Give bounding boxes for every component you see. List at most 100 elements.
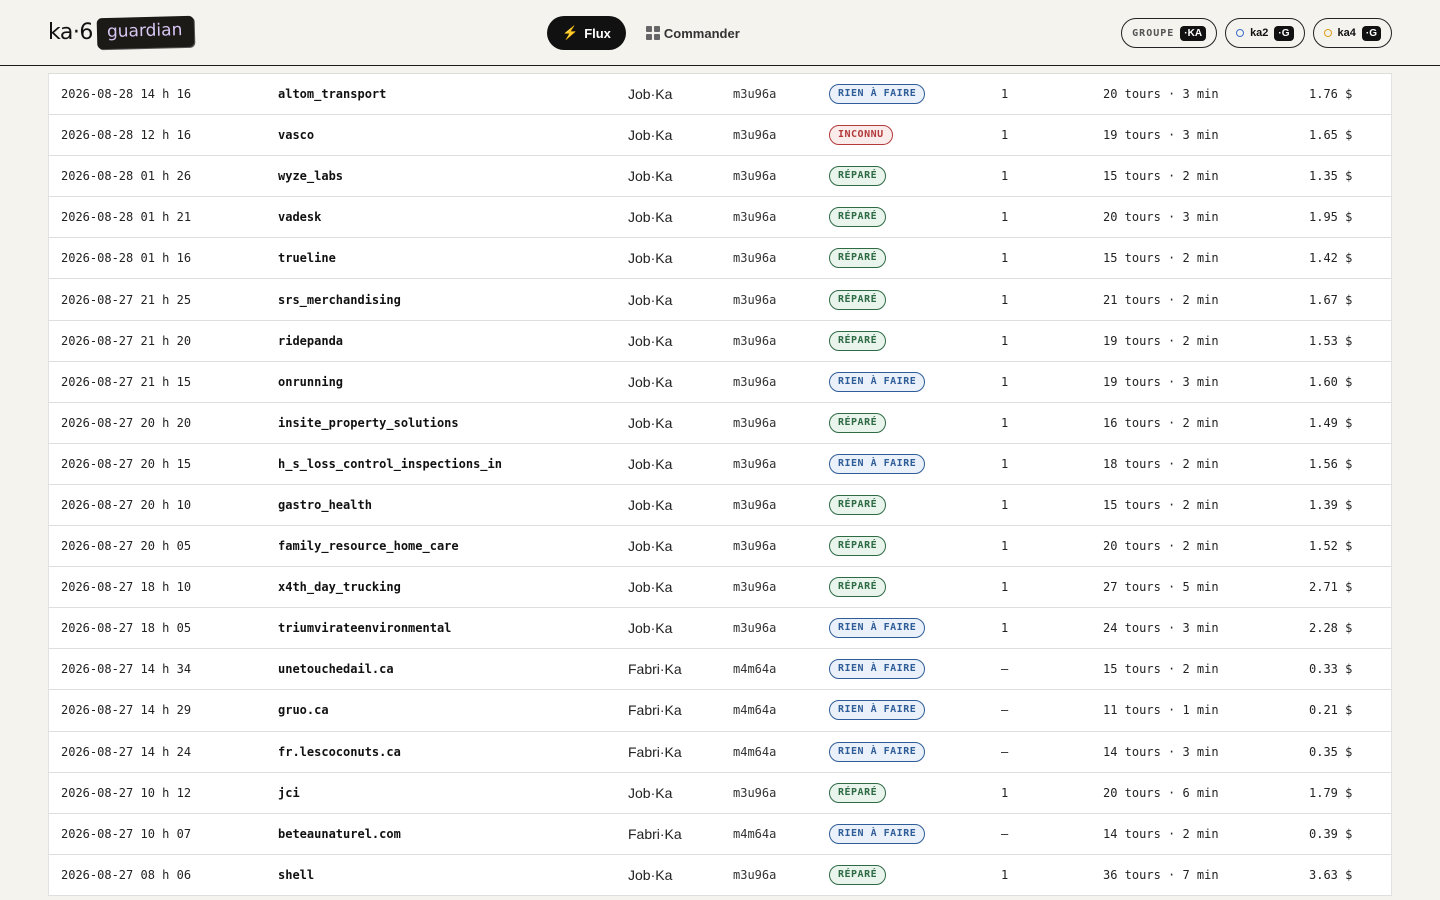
nav-tab-flux[interactable]: ⚡ Flux (547, 16, 626, 50)
table-row[interactable]: 2026-08-27 14 h 24 fr.lescoconuts.ca Fabri… (49, 732, 1391, 773)
row-count: 1 (1001, 497, 1009, 512)
row-agent: Job·Ka (628, 414, 673, 431)
table-row[interactable]: 2026-08-27 14 h 29 gruo.ca Fabri·Ka m4m64a R… (49, 690, 1391, 732)
row-agent: Job·Ka (628, 209, 673, 226)
row-count: 1 (1001, 128, 1009, 143)
row-count: 1 (1001, 292, 1009, 307)
row-count: 1 (1001, 333, 1009, 348)
status-badge: RÉPARÉ (829, 330, 887, 351)
status-badge: RÉPARÉ (829, 412, 887, 433)
table-row[interactable]: 2026-08-28 01 h 16 trueline Job·Ka m3u96a RÉ… (49, 238, 1391, 280)
row-agent: Job·Ka (628, 373, 673, 390)
table-row[interactable]: 2026-08-28 14 h 16 altom_transport Job·Ka m… (49, 74, 1391, 116)
table-row[interactable]: 2026-08-27 21 h 25 srs_merchandising Job·K… (49, 279, 1391, 321)
table-row[interactable]: 2026-08-27 20 h 20 insite_property_soluti… (49, 403, 1391, 444)
row-agent: Job·Ka (628, 784, 673, 801)
row-agent: Fabri·Ka (628, 825, 682, 842)
row-name: srs_merchandising (278, 292, 401, 307)
row-name: trueline (278, 251, 336, 266)
nav-tab-flux-label: Flux (584, 25, 611, 41)
row-model: m3u96a (733, 210, 777, 225)
row-name: gastro_health (278, 497, 372, 512)
status-badge: RIEN À FAIRE (829, 453, 926, 474)
row-status: RÉPARÉ (829, 321, 887, 361)
row-count: 1 (1001, 580, 1009, 595)
table-row[interactable]: 2026-08-27 18 h 05 triumvirateenvironment… (49, 608, 1391, 650)
row-date: 2026-08-28 01 h 21 (61, 210, 192, 225)
row-status: RÉPARÉ (829, 567, 887, 607)
row-date: 2026-08-27 20 h 20 (61, 415, 192, 430)
row-status: INCONNU (829, 115, 893, 155)
status-badge: RIEN À FAIRE (829, 700, 926, 721)
table-row[interactable]: 2026-08-28 01 h 26 wyze_labs Job·Ka m3u96a R… (49, 156, 1391, 198)
chip-groupe[interactable]: GROUPE ·KA (1121, 18, 1218, 48)
row-turns: 20 tours · 6 min (1103, 785, 1219, 800)
row-cost: 1.65 $ (1309, 128, 1353, 143)
row-name: onrunning (278, 374, 344, 389)
row-cost: 1.49 $ (1309, 415, 1353, 430)
table-row[interactable]: 2026-08-27 10 h 07 beteaunaturel.com Fabri… (49, 814, 1391, 855)
status-badge: RÉPARÉ (829, 166, 887, 187)
table-row[interactable]: 2026-08-27 10 h 12 jci Job·Ka m3u96a RÉPARÉ 1… (49, 773, 1391, 814)
status-badge: RIEN À FAIRE (829, 823, 926, 844)
brand-logo[interactable]: ka·6 guardian (48, 15, 195, 49)
row-status: RIEN À FAIRE (829, 444, 926, 484)
status-badge: RÉPARÉ (829, 864, 887, 885)
row-count: 1 (1001, 785, 1009, 800)
row-cost: 0.39 $ (1309, 826, 1353, 841)
row-date: 2026-08-27 20 h 15 (61, 456, 192, 471)
row-cost: 0.21 $ (1309, 703, 1353, 718)
row-status: RÉPARÉ (829, 485, 887, 525)
row-name: x4th_day_trucking (278, 580, 401, 595)
row-turns: 19 tours · 3 min (1103, 374, 1219, 389)
row-name: unetouchedail.ca (278, 662, 394, 677)
row-status: RÉPARÉ (829, 238, 887, 278)
row-turns: 15 tours · 2 min (1103, 497, 1219, 512)
row-status: RÉPARÉ (829, 526, 887, 566)
row-name: gruo.ca (278, 703, 329, 718)
row-turns: 20 tours · 3 min (1103, 210, 1219, 225)
row-date: 2026-08-27 20 h 10 (61, 497, 192, 512)
row-turns: 19 tours · 3 min (1103, 128, 1219, 143)
row-cost: 2.71 $ (1309, 580, 1353, 595)
row-turns: 21 tours · 2 min (1103, 292, 1219, 307)
row-status: RIEN À FAIRE (829, 690, 926, 730)
row-count: — (1001, 826, 1009, 841)
row-count: — (1001, 744, 1009, 759)
status-badge: RÉPARÉ (829, 494, 887, 515)
row-date: 2026-08-27 14 h 24 (61, 744, 192, 759)
row-model: m3u96a (733, 867, 777, 882)
table-row[interactable]: 2026-08-27 21 h 20 ridepanda Job·Ka m3u96a R… (49, 321, 1391, 362)
table-row[interactable]: 2026-08-27 14 h 34 unetouchedail.ca Fabri·… (49, 649, 1391, 691)
row-agent: Job·Ka (628, 127, 673, 144)
main-nav: ⚡ Flux Commander (547, 16, 740, 50)
table-row[interactable]: 2026-08-27 20 h 15 h_s_loss_control_inspe… (49, 444, 1391, 485)
row-status: RIEN À FAIRE (829, 732, 926, 772)
table-row[interactable]: 2026-08-27 18 h 10 x4th_day_trucking Job·K… (49, 567, 1391, 609)
row-status: RÉPARÉ (829, 197, 887, 237)
chip-ka2-label: ka2 (1250, 27, 1269, 39)
row-turns: 14 tours · 2 min (1103, 826, 1219, 841)
row-status: RÉPARÉ (829, 403, 887, 443)
status-badge: RÉPARÉ (829, 577, 887, 598)
row-model: m3u96a (733, 292, 777, 307)
nav-tab-commander[interactable]: Commander (626, 16, 740, 50)
row-agent: Job·Ka (628, 496, 673, 513)
row-model: m3u96a (733, 128, 777, 143)
row-name: wyze_labs (278, 169, 344, 184)
table-row[interactable]: 2026-08-28 01 h 21 vadesk Job·Ka m3u96a RÉPA… (49, 197, 1391, 239)
row-name: family_resource_home_care (278, 539, 459, 554)
row-date: 2026-08-27 08 h 06 (61, 867, 192, 882)
table-row[interactable]: 2026-08-28 12 h 16 vasco Job·Ka m3u96a INCON… (49, 115, 1391, 157)
row-turns: 19 tours · 2 min (1103, 333, 1219, 348)
table-row[interactable]: 2026-08-27 21 h 15 onrunning Job·Ka m3u96a R… (49, 362, 1391, 403)
row-status: RIEN À FAIRE (829, 649, 926, 689)
table-row[interactable]: 2026-08-27 20 h 05 family_resource_home_c… (49, 526, 1391, 568)
table-row[interactable]: 2026-08-27 08 h 06 shell Job·Ka m3u96a RÉPAR… (49, 855, 1391, 896)
chip-ka2[interactable]: ka2 ·G (1225, 18, 1305, 48)
row-agent: Job·Ka (628, 455, 673, 472)
row-model: m4m64a (733, 826, 777, 841)
chip-ka4[interactable]: ka4 ·G (1312, 18, 1392, 48)
table-row[interactable]: 2026-08-27 20 h 10 gastro_health Job·Ka m3u… (49, 485, 1391, 527)
runs-table: 2026-08-28 14 h 16 altom_transport Job·Ka m… (48, 73, 1392, 896)
